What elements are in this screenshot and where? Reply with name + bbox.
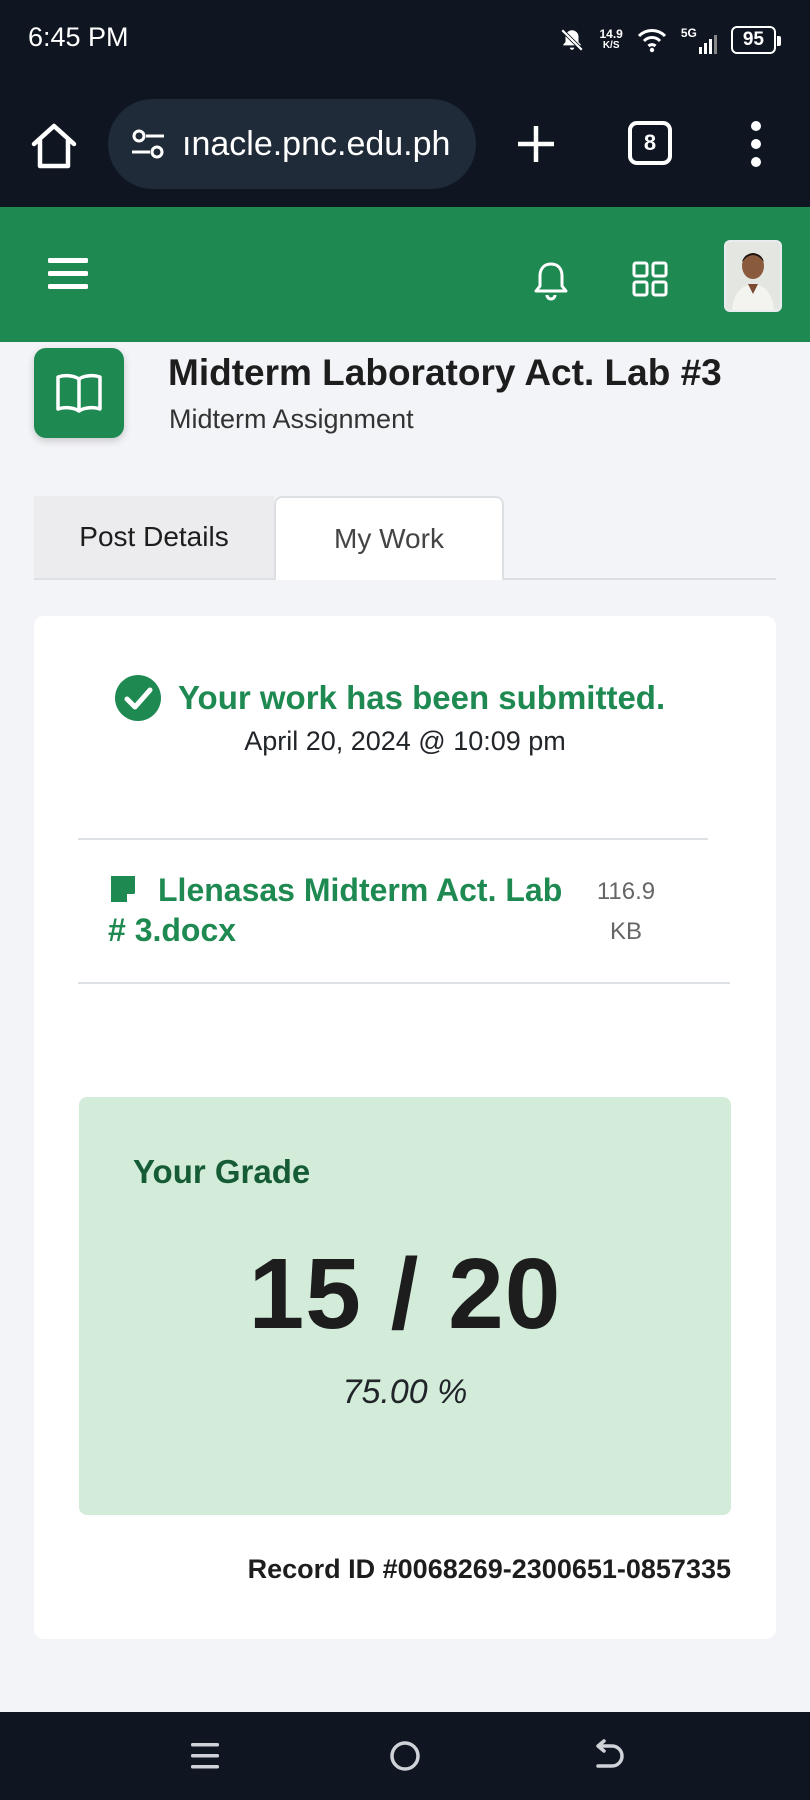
notification-bell-icon[interactable]	[530, 259, 572, 301]
app-header	[0, 207, 810, 342]
record-id: Record ID #0068269-2300651-0857335	[247, 1554, 731, 1584]
grade-score: 15 / 20	[248, 1238, 562, 1350]
signal-bar-icon	[713, 35, 717, 54]
status-bar: 6:45 PM 14.9 K/S 5G 95	[0, 0, 810, 82]
network-speed: 14.9 K/S	[599, 28, 622, 52]
recent-apps-icon[interactable]	[185, 1736, 225, 1776]
divider	[78, 982, 730, 984]
back-icon[interactable]	[588, 1736, 628, 1776]
assignment-icon-tile	[34, 348, 124, 438]
hamburger-menu-icon[interactable]	[48, 257, 88, 291]
more-options-icon[interactable]	[748, 120, 764, 168]
grade-percent: 75.00 %	[342, 1373, 468, 1411]
book-icon	[56, 373, 102, 413]
attachment-size: 116.9 KB	[596, 878, 656, 945]
mute-notifications-icon	[561, 28, 584, 52]
network-speed-value: 14.9	[599, 27, 623, 41]
apps-grid-icon[interactable]	[632, 261, 668, 297]
browser-toolbar: ınacle.pnc.edu.ph 8	[0, 82, 810, 207]
tab-my-work[interactable]: My Work	[274, 496, 504, 580]
network-speed-unit: K/S	[602, 40, 620, 51]
user-avatar[interactable]	[724, 240, 782, 312]
my-work-card: Your work has been submitted. April 20, …	[34, 616, 776, 1639]
wifi-icon	[637, 29, 666, 53]
system-navigation-bar	[0, 1712, 810, 1800]
url-text[interactable]: ınacle.pnc.edu.ph	[182, 125, 462, 164]
home-icon[interactable]	[28, 120, 80, 172]
signal-bar-icon	[698, 47, 702, 54]
tab-post-details[interactable]: Post Details	[34, 496, 274, 578]
battery-indicator: 95	[730, 26, 782, 54]
network-type: 5G	[680, 26, 697, 40]
page-title: Midterm Laboratory Act. Lab #3	[168, 352, 722, 393]
new-tab-icon[interactable]	[512, 120, 560, 168]
tab-bar: Post Details My Work	[34, 496, 776, 580]
attachment-link[interactable]: Llenasas Midterm Act. Lab # 3.docx	[108, 870, 578, 950]
submission-message: Your work has been submitted.	[178, 679, 666, 716]
page-subtitle: Midterm Assignment	[169, 404, 414, 434]
signal-bar-icon	[708, 39, 712, 54]
status-icons: 14.9 K/S 5G 95	[559, 20, 782, 60]
signal-bar-icon	[703, 43, 707, 54]
submission-date: April 20, 2024 @ 10:09 pm	[244, 726, 566, 756]
avatar-photo	[726, 242, 780, 310]
tab-switcher-button[interactable]: 8	[628, 121, 672, 165]
home-circle-icon[interactable]	[385, 1736, 425, 1776]
grade-label: Your Grade	[133, 1153, 311, 1190]
grade-panel: Your Grade 15 / 20 75.00 %	[79, 1097, 731, 1515]
clock: 6:45 PM	[28, 22, 129, 52]
address-bar[interactable]: ınacle.pnc.edu.ph	[108, 99, 476, 189]
divider	[78, 838, 708, 840]
check-circle-icon	[115, 675, 161, 721]
submission-status: Your work has been submitted.	[114, 674, 665, 722]
site-settings-icon[interactable]	[128, 124, 168, 164]
cellular-signal: 5G	[681, 26, 717, 54]
